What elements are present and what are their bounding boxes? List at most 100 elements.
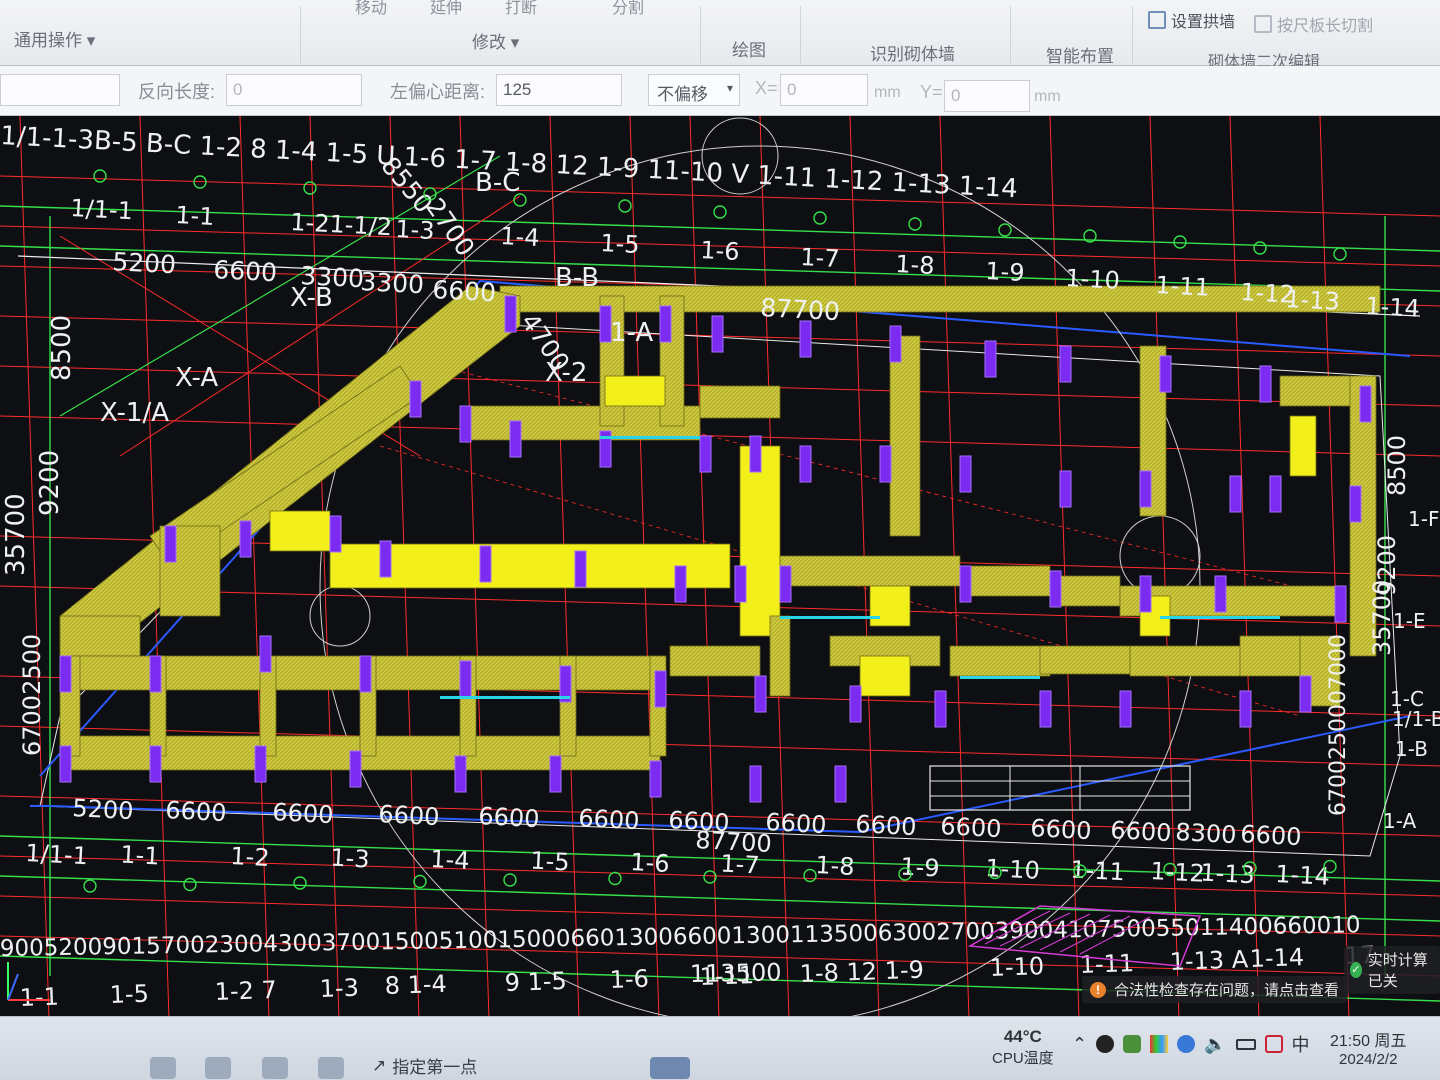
clock[interactable]: 21:50 周五 2024/2/2 <box>1330 1027 1407 1068</box>
wall-segment <box>604 375 666 407</box>
reverse-length-input[interactable]: 0 <box>226 74 362 106</box>
x-coordinate-input[interactable]: 0 <box>780 74 868 106</box>
volume-icon[interactable]: 🔈 <box>1204 1034 1226 1055</box>
taskbar-app-icon[interactable] <box>318 1057 344 1079</box>
move-button[interactable]: 移动 <box>355 0 387 18</box>
app-tray-icon[interactable] <box>1123 1035 1142 1053</box>
column <box>1214 575 1227 613</box>
column <box>959 455 972 493</box>
column <box>674 565 687 603</box>
axis-label-top: 1-13 <box>1285 285 1341 316</box>
drawing-canvas[interactable]: 1/1-1-3B-5 B-C 1-2 8 1-4 1-5 U 1-6 1-7 1… <box>0 116 1440 1050</box>
battery-icon[interactable] <box>1235 1038 1256 1050</box>
axis-label-bottom: 1-12 <box>1150 857 1206 888</box>
clock-date: 2024/2/2 <box>1339 1051 1398 1068</box>
qq-icon[interactable] <box>1096 1035 1115 1053</box>
left-offset-label: 左偏心距离: <box>390 82 486 102</box>
smart-place-button[interactable]: 智能布置 <box>1046 42 1114 67</box>
column <box>959 565 972 603</box>
column <box>59 655 72 693</box>
column <box>1059 470 1072 508</box>
ribbon-separator <box>300 6 301 64</box>
dimension-top: 3300 <box>360 267 425 299</box>
wall-segment <box>269 510 331 552</box>
axis-label-bottom: 1-8 <box>815 851 856 881</box>
axis-label-top: 1-10 <box>1065 264 1121 295</box>
cpu-temp-value: 44°C <box>1003 1027 1042 1046</box>
dimension-left: 35700 <box>1 493 31 576</box>
dimension-bottom: 6600 <box>1110 816 1172 847</box>
column <box>654 670 667 708</box>
axis-label-top: 1-4 <box>500 222 541 252</box>
wall-segment <box>769 615 791 697</box>
column <box>1159 355 1172 393</box>
network-icon[interactable] <box>1177 1035 1196 1053</box>
prev-field[interactable] <box>0 74 120 106</box>
set-arch-wall-button[interactable]: 设置拱墙 <box>1148 8 1235 32</box>
axis-bubble <box>93 169 107 183</box>
break-button[interactable]: 打断 <box>505 0 537 18</box>
grid-cut-icon <box>1254 15 1272 33</box>
ime-indicator[interactable]: 中 <box>1292 1031 1310 1057</box>
axis-bubble <box>303 181 317 195</box>
column <box>849 685 862 723</box>
pointer-arrow-icon: ↗ <box>372 1055 387 1075</box>
split-button[interactable]: 分割 <box>612 0 644 18</box>
axis-label-bottom: 1-4 <box>430 845 471 875</box>
property-bar: 反向长度: 0 左偏心距离: 125 不偏移 ▾ X= 0 mm Y= 0 mm <box>0 66 1440 116</box>
column <box>409 380 422 418</box>
column <box>1229 475 1242 513</box>
axis-grid-label: X-A <box>175 363 218 393</box>
dimension-top: 5200 <box>112 247 177 279</box>
column <box>711 315 724 353</box>
offset-mode-select[interactable]: 不偏移 ▾ <box>648 74 740 106</box>
column <box>1259 365 1272 403</box>
common-ops-dropdown[interactable]: 通用操作 ▾ <box>14 26 95 51</box>
modify-group-dropdown[interactable]: 修改 ▾ <box>472 28 519 53</box>
axis-label-top: 1-21-1/2 <box>290 208 393 241</box>
taskbar-active-app[interactable] <box>650 1057 690 1079</box>
axis-label-bottom: 1/1-1 <box>25 839 89 870</box>
extend-button[interactable]: 延伸 <box>430 0 462 18</box>
draw-group-label: 绘图 <box>732 41 766 60</box>
axis-label-bottom-row: 1-1 <box>19 983 59 1012</box>
app-window: 通用操作 ▾ 移动 延伸 打断 分割 修改 ▾ 绘图 识别砌体墙 智能布置 设置… <box>0 0 1440 1080</box>
axis-bubble <box>413 874 427 889</box>
axis-label-bottom-row: 1-10 <box>989 952 1044 982</box>
live-calc-status[interactable]: ✓ 实时计算已关 <box>1344 946 1440 994</box>
cut-by-board-button[interactable]: 按尺板长切割 <box>1254 12 1373 36</box>
y-coordinate-input[interactable]: 0 <box>944 80 1030 112</box>
dimension-right: 35700 <box>1368 580 1396 656</box>
dimension-left: 9200 <box>35 450 65 516</box>
taskbar-app-icon[interactable] <box>150 1057 176 1079</box>
column <box>1269 475 1282 513</box>
cpu-temperature[interactable]: 44°C CPU温度 <box>992 1027 1054 1068</box>
validity-warning[interactable]: ! 合法性检查存在问题，请点击查看 <box>1082 976 1348 1003</box>
check-icon: ✓ <box>1350 962 1362 978</box>
clock-time: 21:50 周五 <box>1330 1033 1407 1050</box>
axis-label-top: 1-1 <box>175 201 216 231</box>
chevron-up-icon[interactable]: ⌃ <box>1072 1034 1087 1055</box>
taskbar-app-icon[interactable] <box>205 1057 231 1079</box>
identify-wall-button[interactable]: 识别砌体墙 <box>870 40 955 65</box>
reverse-length-label: 反向长度: <box>138 82 216 102</box>
column <box>459 405 472 443</box>
masonry-walls[interactable] <box>59 285 1381 771</box>
cad-drawing[interactable]: 1/1-1-3B-5 B-C 1-2 8 1-4 1-5 U 1-6 1-7 1… <box>0 116 1440 1050</box>
axis-bubble <box>293 876 307 890</box>
warning-icon: ! <box>1090 981 1106 998</box>
column <box>359 655 372 693</box>
taskbar-app-icon[interactable] <box>262 1057 288 1079</box>
column <box>1334 585 1347 623</box>
live-calc-text: 实时计算已关 <box>1367 952 1428 990</box>
left-offset-input[interactable]: 125 <box>496 74 622 106</box>
axis-line <box>1229 116 1261 1050</box>
cpu-temp-label: CPU温度 <box>992 1050 1054 1067</box>
axis-label-top: 1-9 <box>985 257 1026 287</box>
security-icon[interactable] <box>1264 1035 1283 1053</box>
dimension-total-2: 113500 <box>690 958 782 988</box>
wall-segment <box>889 335 921 537</box>
command-hint-text: 指定第一点 <box>392 1058 478 1077</box>
axis-label-bottom-row: 9 1-5 <box>504 967 567 997</box>
colorful-app-icon[interactable] <box>1150 1035 1169 1053</box>
